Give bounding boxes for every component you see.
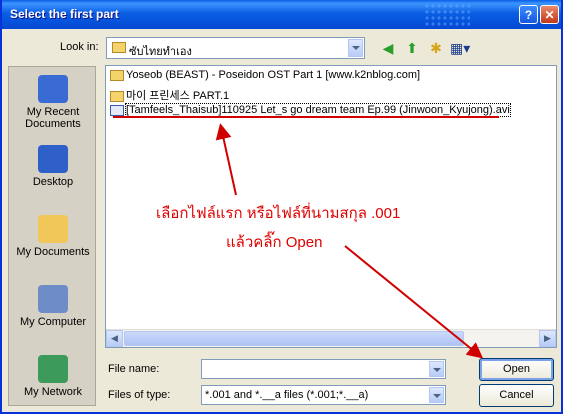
annotation-arrow-open (344, 245, 484, 359)
annotation-arrows (215, 123, 484, 359)
annotation-arrow-up (215, 123, 237, 196)
